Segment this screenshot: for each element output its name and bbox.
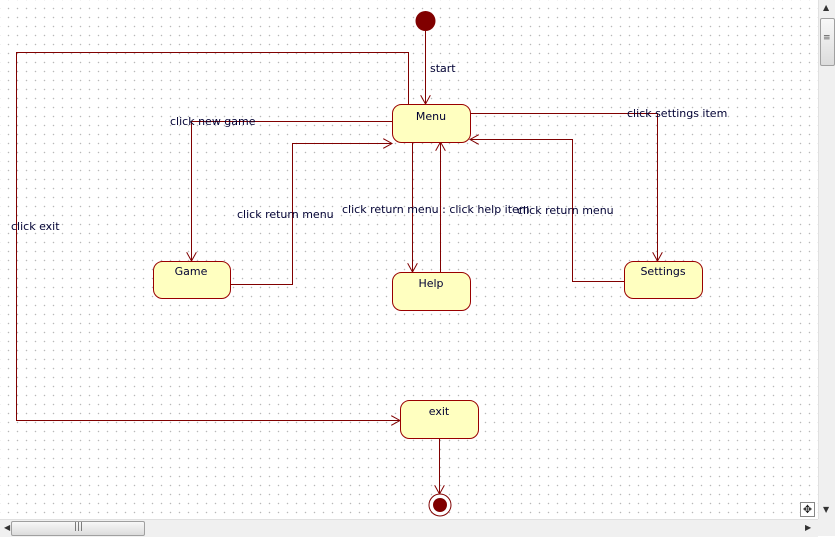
transitions <box>16 31 658 494</box>
label-game-return: click return menu <box>237 208 334 221</box>
state-exit[interactable]: exit <box>400 400 479 439</box>
vertical-scrollbar[interactable]: ▲ ≡ ▼ <box>818 0 835 519</box>
diagram-canvas[interactable]: Menu Game Help Settings exit start click… <box>0 0 818 519</box>
scroll-down-icon[interactable]: ▼ <box>823 505 829 514</box>
state-label: exit <box>429 405 450 418</box>
label-start: start <box>430 62 456 75</box>
transition-exit[interactable] <box>16 52 409 421</box>
state-menu[interactable]: Menu <box>392 104 471 143</box>
scrollbar-corner <box>818 519 835 536</box>
state-game[interactable]: Game <box>153 261 231 299</box>
state-label: Settings <box>640 265 685 278</box>
grip-icon: ≡ <box>823 33 831 43</box>
state-label: Game <box>175 265 208 278</box>
scroll-left-icon[interactable]: ◀ <box>4 523 10 532</box>
label-settings: click settings item <box>627 107 727 120</box>
state-diagram: Menu Game Help Settings exit start click… <box>11 11 727 517</box>
label-new-game: click new game <box>170 115 256 128</box>
state-settings[interactable]: Settings <box>624 261 703 299</box>
transition-settings[interactable] <box>470 113 658 262</box>
state-help[interactable]: Help <box>392 272 471 311</box>
scroll-up-icon[interactable]: ▲ <box>823 3 829 12</box>
move-icon[interactable]: ✥ <box>800 502 815 517</box>
label-exit: click exit <box>11 220 60 233</box>
vertical-scroll-thumb[interactable]: ≡ <box>820 18 835 66</box>
label-settings-return: click return menu <box>517 204 614 217</box>
final-state[interactable] <box>428 493 452 517</box>
scroll-right-icon[interactable]: ▶ <box>805 523 811 532</box>
horizontal-scroll-thumb[interactable]: ||| <box>11 521 145 536</box>
transition-new-game[interactable] <box>192 121 393 262</box>
state-label: Help <box>418 277 443 290</box>
state-label: Menu <box>416 110 446 123</box>
grip-icon: ||| <box>74 522 84 532</box>
initial-state[interactable] <box>415 11 436 31</box>
label-help: click return menu : click help item <box>342 203 530 216</box>
horizontal-scrollbar[interactable]: ◀ ||| ▶ <box>0 519 818 537</box>
